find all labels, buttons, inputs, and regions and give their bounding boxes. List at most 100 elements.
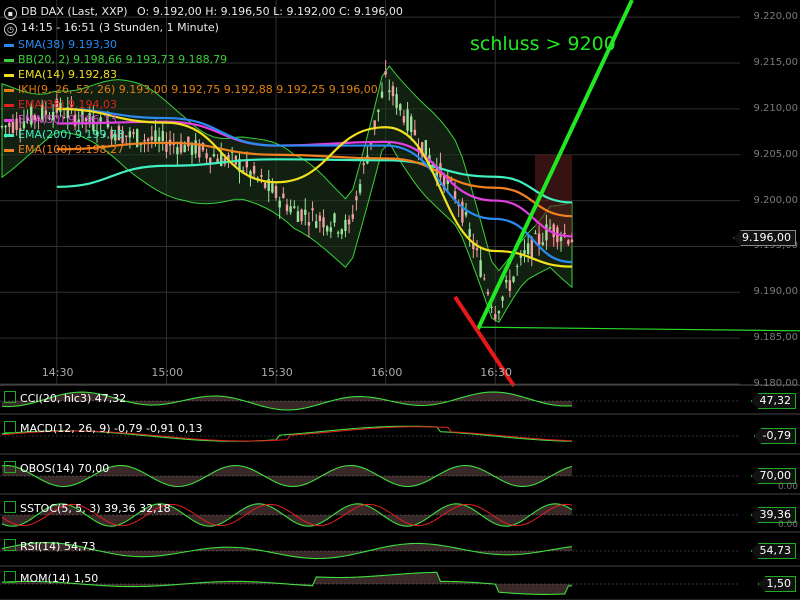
candle-body — [563, 233, 566, 235]
time-tick-label: 16:00 — [370, 366, 403, 379]
candle-body — [512, 276, 515, 282]
legend-label: IKH(9, 26, 52, 26) 9.193,00 9.192,75 9.1… — [18, 83, 378, 96]
indicator-label: MOM(14) 1,50 — [20, 572, 99, 585]
legend-swatch — [4, 148, 14, 152]
indicator-legend: SSTOC(5, 5, 3) 39,36 32,18 — [4, 501, 171, 515]
candle-body — [424, 140, 428, 156]
candle-body — [384, 71, 387, 75]
legend-entry: EMA(100) 9.198,27 — [4, 143, 124, 156]
chart-annotation: schluss > 9200 — [470, 33, 616, 55]
candle-body — [391, 86, 395, 97]
price-tick-label: 9.200,00 — [753, 194, 798, 206]
candle-body — [336, 232, 340, 234]
support-line — [476, 326, 800, 332]
indicator-label: CCI(20, hlc3) 47,32 — [20, 392, 127, 405]
candle-body — [358, 184, 362, 193]
candle-body — [150, 136, 154, 141]
indicator-toggle-box[interactable] — [4, 539, 16, 551]
candle-body — [347, 219, 351, 225]
candle-body — [285, 204, 289, 212]
candle-body — [274, 185, 278, 198]
candle-body — [325, 226, 329, 232]
candle-body — [260, 175, 263, 177]
legend-entry: BB(20, 2) 9.198,66 9.193,73 9.188,79 — [4, 53, 227, 66]
price-tick-label: 9.205,00 — [753, 148, 798, 160]
instrument-icon: ▪ — [4, 7, 17, 20]
candle-body — [461, 201, 464, 223]
legend-swatch — [4, 88, 14, 92]
legend-label: SMA(38) 9.193,30 — [18, 38, 118, 51]
candle-body — [0, 125, 4, 128]
legend-label: EMA(200) 9.199,78 — [18, 128, 125, 141]
indicator-toggle-box[interactable] — [4, 421, 16, 433]
candle-body — [351, 214, 354, 219]
indicator-value-tag: 1,50 — [757, 576, 796, 592]
legend-swatch — [4, 58, 14, 62]
price-tick-label: 9.215,00 — [753, 57, 798, 69]
legend-label: EMA(50) 9.196,13 — [18, 113, 118, 126]
candle-body — [293, 206, 296, 208]
time-tick-label: 16:30 — [480, 366, 512, 379]
candle-body — [282, 193, 285, 199]
candle-body — [329, 227, 333, 232]
clock-icon: ◷ — [4, 23, 17, 36]
candle-body — [263, 182, 267, 188]
candle-body — [468, 229, 471, 238]
legend-entry: EMA(38) 9.194,03 — [4, 98, 117, 111]
indicator-toggle-box[interactable] — [4, 571, 16, 583]
candle-body — [552, 224, 555, 238]
legend-entry: EMA(200) 9.199,78 — [4, 128, 124, 141]
legend-swatch — [4, 43, 14, 47]
legend-entry: EMA(50) 9.196,13 — [4, 113, 117, 126]
candle-body — [143, 140, 146, 142]
candle-body — [157, 136, 161, 142]
candle-body — [318, 215, 322, 222]
ohlc-readout: O: 9.192,00 H: 9.196,50 L: 9.192,00 C: 9… — [137, 5, 403, 18]
candle-body — [501, 296, 504, 301]
indicator-label: OBOS(14) 70,00 — [20, 462, 110, 475]
candle-body — [541, 242, 544, 245]
candle-body — [413, 129, 417, 136]
candle-body — [362, 163, 365, 166]
candle-body — [333, 213, 336, 223]
candle-body — [146, 138, 150, 142]
candle-body — [132, 132, 135, 134]
instrument-title: DB DAX (Last, XXP) — [21, 5, 128, 18]
candle-body — [252, 165, 256, 174]
candle-body — [344, 219, 347, 232]
candle-body — [399, 104, 402, 111]
candle-body — [278, 200, 281, 208]
legend-swatch — [4, 73, 14, 77]
indicator-label: RSI(14) 54,73 — [20, 540, 96, 553]
candle-body — [537, 233, 541, 245]
indicator-value-tag: 54,73 — [750, 543, 796, 559]
candle-body — [497, 311, 501, 314]
candle-body — [194, 140, 197, 154]
indicator-legend: CCI(20, hlc3) 47,32 — [4, 391, 126, 405]
candle-body — [515, 265, 519, 267]
indicator-toggle-box[interactable] — [4, 461, 16, 473]
candle-body — [505, 280, 508, 283]
candle-body — [271, 183, 274, 193]
legend-label: BB(20, 2) 9.198,66 9.193,73 9.188,79 — [18, 53, 228, 66]
time-tick-label: 14:30 — [41, 366, 74, 379]
candle-body — [494, 314, 497, 320]
legend-label: EMA(38) 9.194,03 — [18, 98, 118, 111]
candle-body — [410, 116, 413, 133]
candle-body — [475, 248, 479, 251]
legend-swatch — [4, 103, 14, 107]
indicator-legend: RSI(14) 54,73 — [4, 539, 95, 553]
legend-entry: EMA(14) 9.192,83 — [4, 68, 117, 81]
candle-body — [479, 260, 482, 277]
candle-body — [311, 208, 314, 211]
candle-body — [567, 240, 570, 245]
indicator-toggle-box[interactable] — [4, 391, 16, 403]
candle-body — [154, 130, 157, 142]
candle-body — [559, 236, 563, 242]
candle-body — [483, 278, 486, 280]
candle-body — [176, 147, 179, 155]
indicator-toggle-box[interactable] — [4, 501, 16, 513]
session-header: ◷ 14:15 - 16:51 (3 Stunden, 1 Minute) — [4, 21, 219, 36]
candle-body — [315, 221, 318, 228]
candle-body — [526, 243, 530, 254]
